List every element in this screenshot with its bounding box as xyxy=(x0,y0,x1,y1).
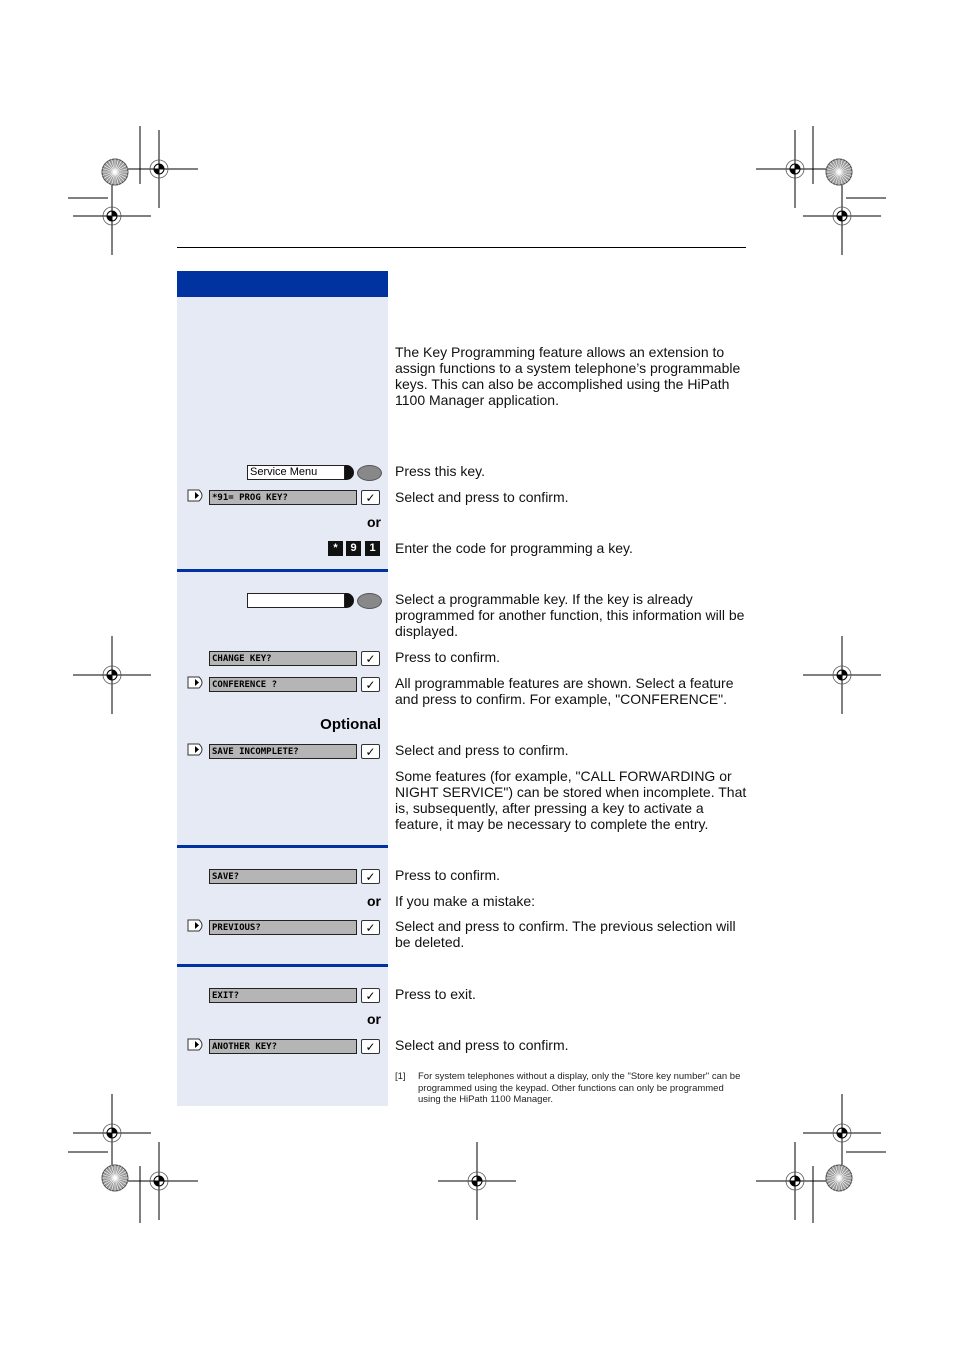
optional-label: Optional xyxy=(320,716,381,733)
display-conference: CONFERENCE ? xyxy=(209,677,357,692)
step-text: Press to confirm. xyxy=(395,867,501,883)
step-text: Select and press to confirm. xyxy=(395,1037,569,1053)
display-change-key: CHANGE KEY? xyxy=(209,651,357,666)
step-text: Enter the code for programming a key. xyxy=(395,540,633,556)
step-text: Select and press to confirm. xyxy=(395,489,569,505)
display-previous: PREVIOUS? xyxy=(209,920,357,935)
service-menu-key-label: Service Menu xyxy=(247,465,345,480)
step-text: Some features (for example, "CALL FORWAR… xyxy=(395,768,747,832)
programmable-key-label xyxy=(247,593,345,608)
step-text: If you make a mistake: xyxy=(395,893,536,909)
service-menu-key-button[interactable] xyxy=(357,465,382,481)
display-save-incomplete: SAVE INCOMPLETE? xyxy=(209,744,357,759)
step-text: Select a programmable key. If the key is… xyxy=(395,591,745,639)
confirm-check-button[interactable]: ✓ xyxy=(361,490,380,505)
scroll-arrow-icon[interactable] xyxy=(187,1038,206,1051)
keypad-key-1[interactable]: 1 xyxy=(365,541,380,556)
manual-page: The Key Programming feature allows an ex… xyxy=(0,0,954,1351)
section-divider xyxy=(177,964,388,967)
section-divider xyxy=(177,845,388,848)
intro-text: The Key Programming feature allows an ex… xyxy=(395,344,741,408)
or-label: or xyxy=(367,1011,381,1027)
confirm-check-button[interactable]: ✓ xyxy=(361,988,380,1003)
display-another-key: ANOTHER KEY? xyxy=(209,1039,357,1054)
or-label: or xyxy=(367,893,381,909)
scroll-arrow-icon[interactable] xyxy=(187,676,206,689)
step-text: Press to confirm. xyxy=(395,649,501,665)
step-text: Press to exit. xyxy=(395,986,476,1002)
confirm-check-button[interactable]: ✓ xyxy=(361,920,380,935)
keypad-key-9[interactable]: 9 xyxy=(346,541,361,556)
display-prog-key: *91= PROG KEY? xyxy=(209,490,357,505)
step-text: Select and press to confirm. xyxy=(395,742,569,758)
footnote: [1] For system telephones without a disp… xyxy=(395,1071,747,1106)
scroll-arrow-icon[interactable] xyxy=(187,489,206,502)
step-text: All programmable features are shown. Sel… xyxy=(395,675,734,707)
confirm-check-button[interactable]: ✓ xyxy=(361,677,380,692)
confirm-check-button[interactable]: ✓ xyxy=(361,1039,380,1054)
step-text: Select and press to confirm. The previou… xyxy=(395,918,736,950)
scroll-arrow-icon[interactable] xyxy=(187,919,206,932)
confirm-check-button[interactable]: ✓ xyxy=(361,744,380,759)
section-divider xyxy=(177,569,388,572)
footnote-text: For system telephones without a display,… xyxy=(418,1071,741,1105)
footnote-number: [1] xyxy=(395,1071,406,1082)
keypad-key-star[interactable]: * xyxy=(328,541,343,556)
display-exit: EXIT? xyxy=(209,988,357,1003)
confirm-check-button[interactable]: ✓ xyxy=(361,651,380,666)
display-save: SAVE? xyxy=(209,869,357,884)
programmable-key-button[interactable] xyxy=(357,593,382,609)
header-rule xyxy=(177,247,746,248)
confirm-check-button[interactable]: ✓ xyxy=(361,869,380,884)
step-text: Press this key. xyxy=(395,463,485,479)
panel-header-bar xyxy=(177,271,388,297)
or-label: or xyxy=(367,514,381,530)
scroll-arrow-icon[interactable] xyxy=(187,743,206,756)
